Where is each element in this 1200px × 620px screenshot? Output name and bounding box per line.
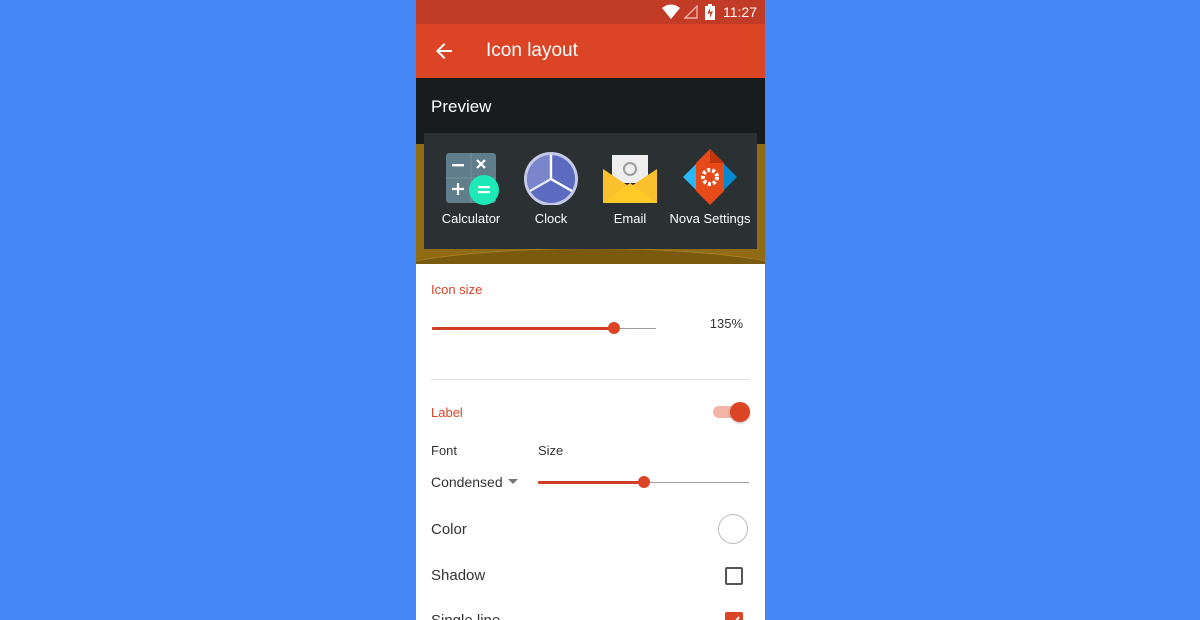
nova-settings-icon bbox=[683, 149, 737, 205]
label-size-slider-thumb[interactable] bbox=[638, 476, 650, 488]
preview-title: Preview bbox=[431, 97, 492, 116]
clock-time: 11:27 bbox=[723, 4, 757, 20]
preview-app-nova-settings: Nova Settings bbox=[668, 149, 752, 226]
label-toggle-thumb[interactable] bbox=[730, 402, 750, 422]
color-picker-swatch[interactable] bbox=[718, 514, 748, 544]
single-line-checkbox[interactable] bbox=[725, 612, 743, 620]
wifi-icon bbox=[662, 4, 680, 19]
shadow-checkbox[interactable] bbox=[725, 567, 743, 585]
app-label: Calculator bbox=[441, 211, 501, 226]
icon-size-value: 135% bbox=[709, 316, 743, 331]
size-label: Size bbox=[538, 443, 564, 458]
divider bbox=[431, 379, 750, 380]
label-title: Label bbox=[431, 405, 463, 420]
app-label: Email bbox=[613, 211, 647, 226]
check-icon bbox=[735, 616, 740, 620]
color-row-label: Color bbox=[431, 521, 467, 538]
arrow-back-icon[interactable] bbox=[432, 39, 456, 63]
preview-dock: Calculator Clock Email Nova Settings bbox=[424, 133, 757, 249]
phone-screen: 11:27 Icon layout Preview Calculator Clo… bbox=[416, 0, 765, 620]
label-size-slider-fill bbox=[538, 481, 644, 484]
calculator-icon bbox=[446, 153, 499, 205]
preview-app-email: Email bbox=[588, 149, 672, 226]
preview-panel: Preview Calculator Clock Email Nova Sett… bbox=[416, 78, 765, 264]
battery-icon bbox=[705, 4, 715, 20]
status-bar: 11:27 bbox=[416, 0, 765, 24]
font-label: Font bbox=[431, 443, 458, 458]
single-line-row-label: Single line bbox=[431, 612, 500, 620]
app-label: Clock bbox=[534, 211, 568, 226]
shadow-row-label: Shadow bbox=[431, 567, 486, 584]
app-label: Nova Settings bbox=[669, 211, 751, 226]
signal-icon bbox=[684, 5, 698, 19]
preview-app-clock: Clock bbox=[509, 149, 593, 226]
icon-size-title: Icon size bbox=[431, 282, 483, 297]
clock-icon bbox=[524, 152, 578, 205]
page-title: Icon layout bbox=[486, 40, 578, 61]
email-icon bbox=[603, 155, 657, 203]
dropdown-arrow-icon[interactable] bbox=[508, 479, 518, 484]
icon-size-slider-thumb[interactable] bbox=[608, 322, 620, 334]
preview-app-calculator: Calculator bbox=[429, 149, 513, 226]
icon-size-slider-fill bbox=[432, 327, 614, 330]
font-dropdown[interactable]: Condensed bbox=[431, 474, 503, 490]
app-bar: Icon layout bbox=[416, 24, 765, 78]
